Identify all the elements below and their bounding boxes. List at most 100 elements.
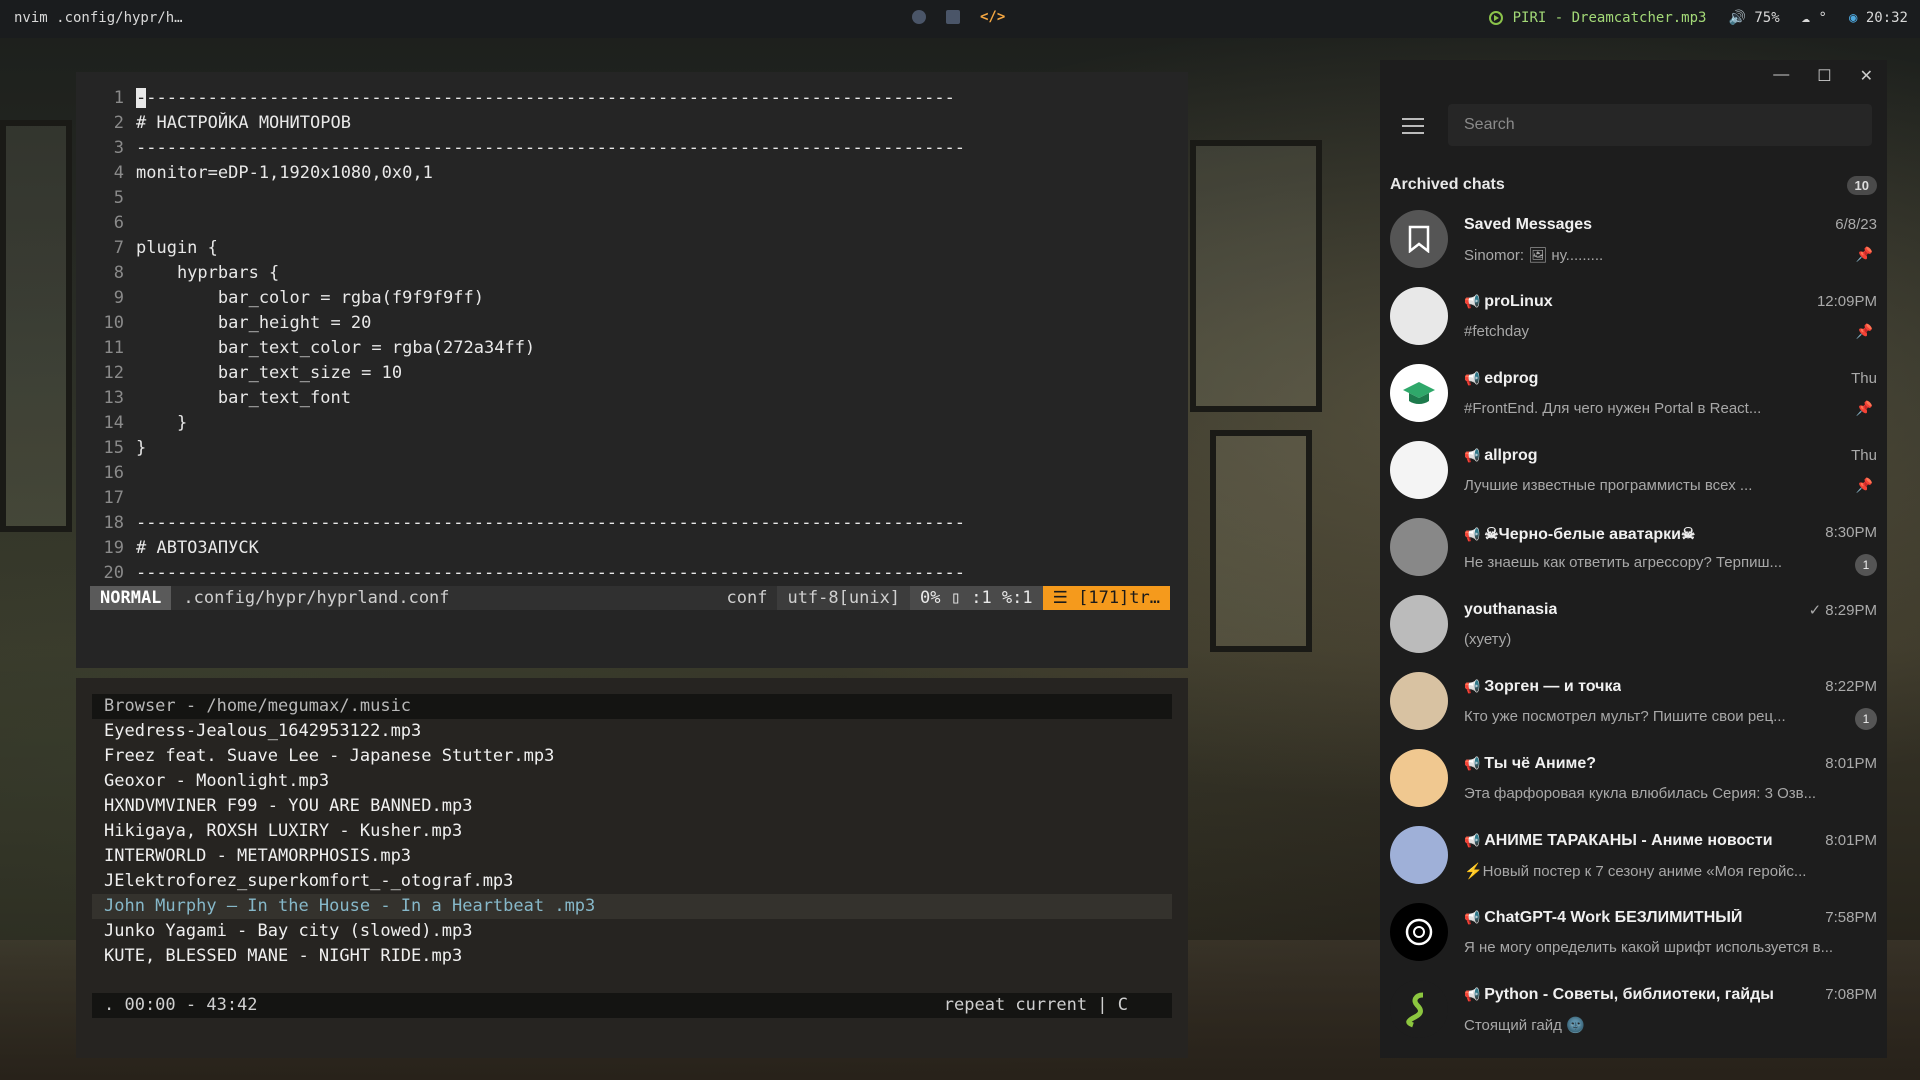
window-pane-decoration	[1190, 140, 1322, 412]
text-cursor: -	[136, 88, 147, 108]
chat-list-item[interactable]: youthanasia ✓ 8:29PM (хуету)	[1380, 589, 1887, 666]
close-icon[interactable]: ✕	[1860, 66, 1873, 86]
track-item[interactable]: Freez feat. Suave Lee - Japanese Stutter…	[92, 744, 1172, 769]
code-line[interactable]: 17	[88, 486, 965, 511]
line-number: 11	[103, 338, 124, 358]
code-line[interactable]: 10 bar_height = 20	[88, 311, 965, 336]
track-item[interactable]: HXNDVMVINER F99 - YOU ARE BANNED.mp3	[92, 794, 1172, 819]
code-line[interactable]: 20 --------------------------------------…	[88, 561, 966, 586]
status-area: PIRI - Dreamcatcher.mp3 🔊 75% ☁ ° ◉ 20:3…	[1488, 10, 1908, 26]
code-line[interactable]: 5	[88, 186, 965, 211]
search-input[interactable]: Search	[1448, 104, 1872, 146]
track-item[interactable]: John Murphy — In the House - In a Heartb…	[92, 894, 1172, 919]
chat-list-item[interactable]: 📢 Python - Советы, библиотеки, гайды 7:08P…	[1380, 974, 1887, 1051]
code-line[interactable]: 14 }	[88, 411, 965, 436]
clock-widget[interactable]: ◉ 20:32	[1849, 10, 1908, 26]
chat-name: 📢 АНИМЕ ТАРАКАНЫ - Аниме новости	[1464, 832, 1773, 850]
chat-list-item[interactable]: 📢 proLinux 12:09PM #fetchday 📌	[1380, 281, 1887, 358]
code-line[interactable]: 11 bar_text_color = rgba(272a34ff)	[88, 336, 965, 361]
unread-badge: 1	[1855, 708, 1877, 730]
chat-list-item[interactable]: 📢 edprog Thu #FrontEnd. Для чего нужен Port…	[1380, 358, 1887, 435]
line-number: 12	[103, 363, 124, 383]
chat-list-item[interactable]: 📢 ☠Черно-белые аватарки☠ 8:30PM Не знаешь к…	[1380, 512, 1887, 589]
track-item[interactable]: JElektroforez_superkomfort_-_otograf.mp3	[92, 869, 1172, 894]
chat-list-item[interactable]: Saved Messages 6/8/23 Sinomor: 🖼 ну.......…	[1380, 204, 1887, 281]
code-line[interactable]: 15}	[88, 436, 965, 461]
editor-buffer[interactable]: 1 ---------------------------------------…	[88, 86, 965, 586]
maximize-icon[interactable]: ☐	[1817, 66, 1831, 86]
track-item[interactable]: Hikigaya, ROXSH LUXIRY - Kusher.mp3	[92, 819, 1172, 844]
code-line[interactable]: 13 bar_text_font	[88, 386, 965, 411]
anime-boy-avatar[interactable]	[1390, 672, 1448, 730]
python-snake-avatar[interactable]	[1390, 980, 1448, 1038]
robot-icon[interactable]	[1390, 287, 1448, 345]
code-line[interactable]: 19 # АВТОЗАПУСК	[88, 536, 965, 561]
chat-title: Ты чё Аниме?	[1484, 755, 1597, 772]
chat-name: 📢 ChatGPT-4 Work БЕЗЛИМИТНЫЙ	[1464, 909, 1742, 927]
chat-name: 📢 proLinux	[1464, 293, 1553, 311]
track-item[interactable]: KUTE, BLESSED MANE - NIGHT RIDE.mp3	[92, 944, 1172, 969]
chat-list-item[interactable]: 📢 Ты чё Аниме? 8:01PM Эта фарфоровая кукла …	[1380, 743, 1887, 820]
chat-last-message: Я не могу определить какой шрифт использ…	[1464, 939, 1834, 956]
code-line[interactable]: 9 bar_color = rgba(f9f9f9ff)	[88, 286, 965, 311]
play-icon[interactable]	[1488, 11, 1503, 25]
minimize-icon[interactable]: —	[1773, 66, 1789, 86]
code-line[interactable]: 1 ---------------------------------------…	[88, 86, 965, 111]
line-number: 19	[103, 538, 124, 558]
code-line[interactable]: 2 # НАСТРОЙКА МОНИТОРОВ	[88, 111, 965, 136]
code-line[interactable]: 8 hyprbars {	[88, 261, 965, 286]
line-number: 17	[103, 488, 124, 508]
allprog-logo[interactable]	[1390, 441, 1448, 499]
volume-level: 75%	[1754, 10, 1780, 26]
media-widget[interactable]: PIRI - Dreamcatcher.mp3	[1488, 10, 1706, 26]
track-item[interactable]: Junko Yagami - Bay city (slowed).mp3	[92, 919, 1172, 944]
workspace-1-icon[interactable]	[912, 10, 926, 24]
track-item[interactable]: Eyedress-Jealous_1642953122.mp3	[92, 719, 1172, 744]
volume-widget[interactable]: 🔊 75%	[1728, 10, 1779, 26]
line-number: 9	[113, 288, 124, 308]
weather-widget[interactable]: ☁ °	[1802, 10, 1827, 26]
chat-title: youthanasia	[1464, 601, 1558, 618]
line-number: 13	[103, 388, 124, 408]
track-item[interactable]: INTERWORLD - METAMORPHOSIS.mp3	[92, 844, 1172, 869]
hamburger-menu-icon[interactable]	[1402, 118, 1424, 139]
telegram-window[interactable]: — ☐ ✕ Search Archived chats 10 Saved Mes…	[1380, 60, 1887, 1058]
anime-girl-avatar[interactable]	[1390, 749, 1448, 807]
colorful-avatar[interactable]	[1390, 826, 1448, 884]
code-line[interactable]: 3 ---------------------------------------…	[88, 136, 965, 161]
code-line[interactable]: 6	[88, 211, 965, 236]
track-list[interactable]: Eyedress-Jealous_1642953122.mp3 Freez fea…	[92, 719, 1172, 969]
line-text: bar_text_size = 10	[136, 363, 403, 383]
megaphone-icon: 📢	[1464, 756, 1481, 771]
archived-chats-row[interactable]: Archived chats 10	[1390, 170, 1877, 200]
code-line[interactable]: 4 monitor=eDP-1,1920x1080,0x0,1	[88, 161, 965, 186]
line-number: 3	[113, 138, 124, 158]
track-item[interactable]: Geoxor - Moonlight.mp3	[92, 769, 1172, 794]
code-icon[interactable]: </>	[980, 9, 1005, 25]
code-line[interactable]: 12 bar_text_size = 10	[88, 361, 965, 386]
code-line[interactable]: 16	[88, 461, 965, 486]
openai-logo[interactable]	[1390, 903, 1448, 961]
chat-title: Python - Советы, библиотеки, гайды	[1484, 986, 1774, 1003]
code-line[interactable]: 7 plugin {	[88, 236, 965, 261]
music-player-window[interactable]: Browser - /home/megumax/.music Eyedress-…	[76, 678, 1188, 1058]
bookmark-icon[interactable]	[1390, 210, 1448, 268]
pin-icon: 📌	[1855, 400, 1873, 416]
line-text: }	[136, 438, 147, 458]
active-window-title[interactable]: nvim .config/hypr/h…	[14, 10, 183, 26]
chat-list-item[interactable]: 📢 allprog Thu Лучшие известные программисты…	[1380, 435, 1887, 512]
line-number: 18	[103, 513, 124, 533]
line-text: bar_color = rgba(f9f9f9ff)	[136, 288, 484, 308]
code-line[interactable]: 18 --------------------------------------…	[88, 511, 966, 536]
nvim-window[interactable]: 1 ---------------------------------------…	[76, 72, 1188, 668]
archived-count-badge: 10	[1846, 175, 1877, 195]
chat-time: 7:58PM	[1825, 909, 1877, 926]
chat-list-item[interactable]: 📢 Зорген — и точка 8:22PM Кто уже посмотрел…	[1380, 666, 1887, 743]
workspace-2-icon[interactable]	[946, 10, 960, 24]
sketch-avatar[interactable]	[1390, 595, 1448, 653]
bw-avatar[interactable]	[1390, 518, 1448, 576]
cap-icon[interactable]	[1390, 364, 1448, 422]
window-pane-decoration	[0, 120, 72, 532]
chat-list-item[interactable]: 📢 АНИМЕ ТАРАКАНЫ - Аниме новости 8:01PM ⚡Но…	[1380, 820, 1887, 897]
chat-list-item[interactable]: 📢 ChatGPT-4 Work БЕЗЛИМИТНЫЙ 7:58PM Я не мо…	[1380, 897, 1887, 974]
